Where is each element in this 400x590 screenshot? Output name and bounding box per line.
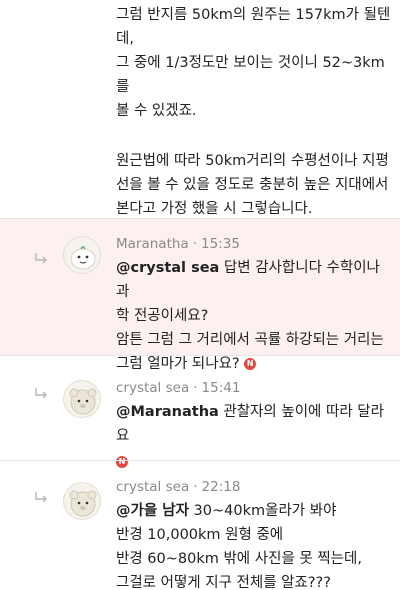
avatar[interactable]	[63, 482, 101, 520]
comment-meta: Maranatha · 15:35	[116, 236, 240, 252]
author-name[interactable]: crystal sea	[116, 479, 189, 495]
comment-line: 데,	[116, 31, 134, 47]
mention-link[interactable]: @가을 남자	[116, 503, 189, 519]
comment-line: 반경 10,000km 원형 중에	[116, 527, 284, 543]
comment-line: 볼 수 있겠죠.	[116, 103, 197, 119]
avatar-bear-icon	[69, 388, 97, 415]
comment-line: 그럼 반지름 50km의 원주는 157km가 될텐	[116, 7, 391, 23]
comment-line: 선을 볼 수 있을 정도로 충분히 높은 지대에서	[116, 177, 389, 193]
comment-body: @가을 남자 30~40km올라가 봐야 반경 10,000km 원형 중에 반…	[116, 499, 394, 590]
avatar[interactable]	[63, 236, 101, 274]
reply-comment: crystal sea · 22:18 @가을 남자 30~40km올라가 봐야 반…	[0, 461, 400, 590]
meta-separator: ·	[193, 380, 198, 396]
comment-line: 암튼 그럼 그 거리에서 곡률 하강되는 거리는	[116, 332, 384, 348]
mention-link[interactable]: @Maranatha	[116, 404, 219, 420]
reply-comment: Maranatha · 15:35 @crystal sea 답변 감사합니다 수학…	[0, 219, 400, 372]
comment-text: 30~40km올라가 봐야	[193, 503, 337, 519]
reply-comment: crystal sea · 15:41 @Maranatha 관찰자의 높이에 따라…	[0, 356, 400, 468]
author-name[interactable]: crystal sea	[116, 380, 189, 396]
avatar-face-icon	[70, 246, 96, 270]
comment-line: @Maranatha 관찰자의 높이에 따라 달라요	[116, 400, 394, 448]
comment-time: 15:35	[201, 236, 240, 252]
comment-line: @crystal sea 답변 감사합니다 수학이나 과	[116, 256, 394, 304]
comment-time: 15:41	[201, 380, 241, 396]
avatar[interactable]	[63, 380, 101, 418]
reply-arrow-icon	[35, 388, 47, 399]
reply-arrow-icon	[35, 492, 47, 503]
comment-line: 그 중에 1/3정도만 보이는 것이니 52~3km를	[116, 55, 385, 95]
reply-arrow-icon	[35, 253, 47, 264]
mention-link[interactable]: @crystal sea	[116, 260, 219, 276]
comment-line: 원근법에 따라 50km거리의 수평선이나 지평	[116, 153, 389, 169]
meta-separator: ·	[192, 236, 197, 252]
parent-comment-body: 그럼 반지름 50km의 원주는 157km가 될텐 데, 그 중에 1/3정도…	[116, 0, 396, 249]
comment-line: @가을 남자 30~40km올라가 봐야	[116, 499, 394, 523]
comment-meta: crystal sea · 22:18	[116, 479, 240, 495]
comment-meta: crystal sea · 15:41	[116, 380, 240, 396]
meta-separator: ·	[193, 479, 198, 495]
avatar-bear-icon	[69, 490, 97, 517]
comment-time: 22:18	[201, 479, 241, 495]
comment-line: 그걸로 어떻게 지구 전체를 알죠???	[116, 575, 331, 590]
comment-line: 반경 60~80km 밖에 사진을 못 찍는데,	[116, 551, 362, 567]
comment-line: 학 전공이세요?	[116, 308, 209, 324]
author-name[interactable]: Maranatha	[116, 236, 189, 252]
